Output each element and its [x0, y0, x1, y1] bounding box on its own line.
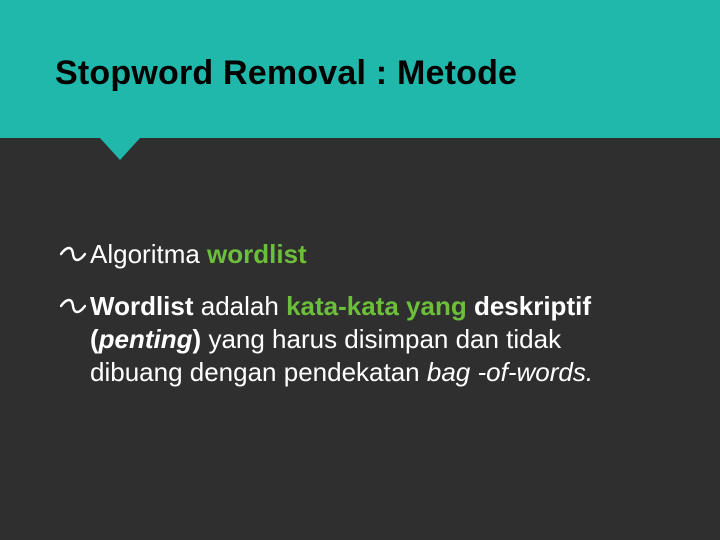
- b2-kata: kata-kata yang: [286, 291, 467, 321]
- flourish-icon: [60, 296, 86, 316]
- b2-closeparen: ): [193, 324, 202, 354]
- flourish-icon: [60, 244, 86, 264]
- bullet-1-text: Algoritma wordlist: [90, 238, 307, 272]
- b2-penting: penting: [99, 324, 193, 354]
- bullet-item-2: Wordlist adalah kata-kata yang deskripti…: [60, 290, 660, 390]
- b2-t1: adalah: [194, 291, 287, 321]
- bullet-1-lead: Algoritma: [90, 239, 207, 269]
- bullet-item-1: Algoritma wordlist: [60, 238, 660, 272]
- title-banner: Stopword Removal : Metode: [0, 0, 720, 138]
- b2-t2: [467, 291, 474, 321]
- banner-notch: [100, 138, 140, 160]
- slide-content: Algoritma wordlist Wordlist adalah kata-…: [0, 138, 720, 390]
- slide-title: Stopword Removal : Metode: [55, 54, 517, 93]
- bullet-1-highlight: wordlist: [207, 239, 307, 269]
- b2-bagofwords: bag -of-words.: [427, 357, 593, 387]
- b2-wordlist: Wordlist: [90, 291, 194, 321]
- bullet-2-text: Wordlist adalah kata-kata yang deskripti…: [90, 290, 660, 390]
